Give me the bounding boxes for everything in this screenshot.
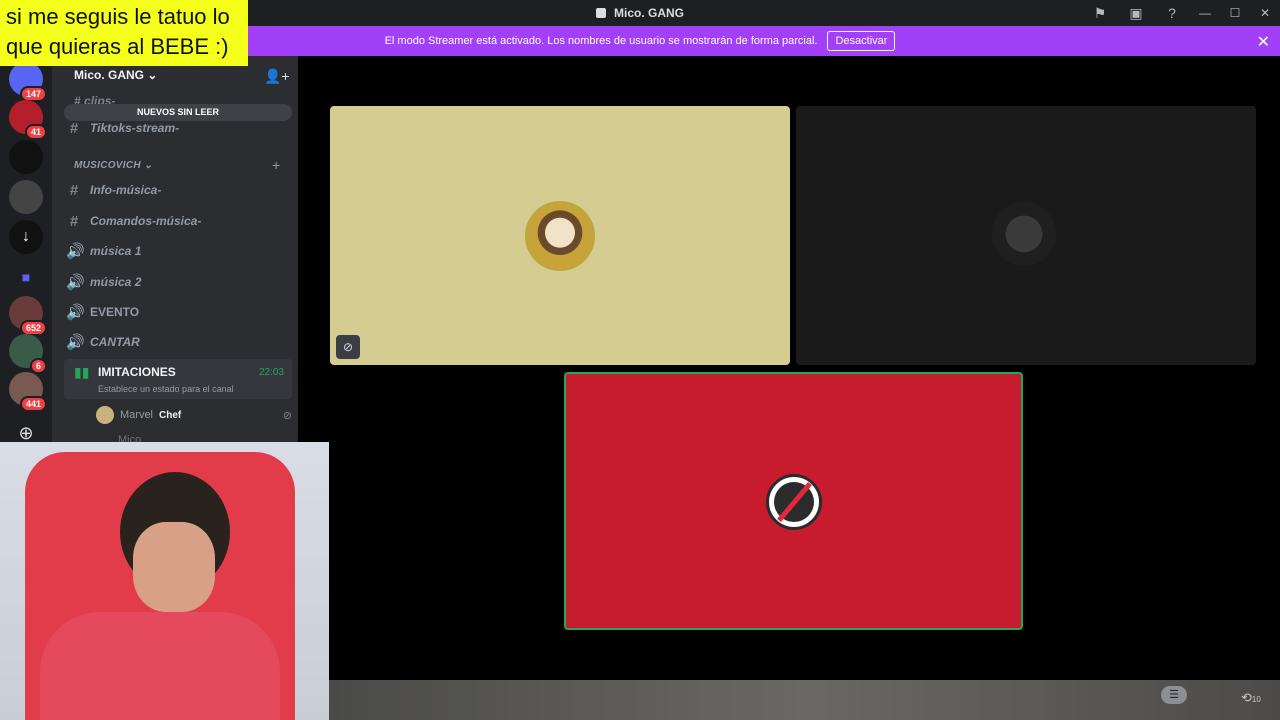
no-symbol-icon [774, 482, 814, 522]
webcam-overlay [0, 442, 329, 720]
stream-overlay-text: si me seguis le tatuo lo que quieras al … [0, 0, 248, 66]
banner-close-icon[interactable]: ✕ [1257, 32, 1270, 52]
speaker-icon: 🔊 [66, 274, 85, 291]
create-channel-icon[interactable]: + [272, 157, 280, 173]
help-icon[interactable]: ? [1154, 0, 1190, 26]
participant-tile-3-speaking[interactable] [564, 372, 1023, 630]
server-icon-9[interactable]: 441 [9, 372, 47, 412]
chevron-down-icon: ⌄ [147, 68, 158, 82]
avatar [525, 201, 595, 271]
streamer-face [133, 522, 215, 612]
participant-tile-1[interactable]: ⊘ [330, 106, 790, 365]
channel-imitaciones-active[interactable]: ▮▮ IMITACIONES 22:03 Establece un estado… [64, 359, 292, 399]
folder-icon[interactable]: ■ [9, 260, 43, 294]
channel-label: Info-música- [90, 183, 162, 197]
avatar [766, 474, 822, 530]
streamer-shirt [40, 612, 280, 720]
minimize-button[interactable]: — [1190, 0, 1220, 26]
hash-icon: # [69, 181, 79, 199]
channel-cantar[interactable]: 🔊 CANTAR [66, 330, 292, 354]
channel-comandos-musica[interactable]: # Comandos-música- [66, 209, 292, 233]
bottom-bar: ☰ ⟲10 [329, 680, 1280, 720]
category-label: MUSICOVICH [74, 160, 141, 171]
channel-evento[interactable]: 🔊 EVENTO [66, 300, 292, 324]
channel-musica-2[interactable]: 🔊 música 2 [66, 270, 292, 294]
speaker-icon: 🔊 [66, 243, 85, 260]
layout-toggle-icon[interactable]: ☰ [1161, 686, 1187, 704]
voice-timer: 22:03 [258, 367, 284, 378]
window-title-text: Mico. GANG [613, 6, 684, 20]
server-icon-3[interactable] [9, 140, 43, 174]
server-badge: 6 [29, 358, 47, 374]
overlay-line-1: si me seguis le tatuo lo [6, 4, 230, 29]
channel-sidebar: Mico. GANG ⌄ 👤+ # clips- NUEVOS SIN LEER… [52, 56, 298, 446]
invite-people-icon[interactable]: 👤+ [264, 68, 290, 85]
participant-tile-2[interactable] [796, 106, 1256, 365]
speaker-icon: 🔊 [66, 334, 85, 351]
channel-info-musica[interactable]: # Info-música- [66, 178, 292, 202]
mic-muted-icon: ⊘ [282, 409, 292, 422]
speaker-icon: 🔊 [66, 304, 85, 321]
server-icon-7[interactable]: 652 [9, 296, 47, 336]
server-icon-1[interactable]: 147 [9, 62, 47, 102]
history-icon[interactable]: ⟲10 [1241, 690, 1261, 706]
server-list: 147 41 ↓ ■ 652 6 441 ⊕ [0, 56, 52, 450]
maximize-button[interactable]: ☐ [1220, 0, 1250, 26]
channel-label: música 2 [90, 275, 142, 289]
server-badge: 41 [24, 124, 47, 140]
close-window-button[interactable]: ✕ [1250, 0, 1280, 26]
hash-icon: # [69, 212, 79, 230]
server-name: Mico. GANG [74, 68, 145, 82]
channel-label: IMITACIONES [98, 365, 176, 379]
deactivate-button[interactable]: Desactivar [827, 31, 896, 51]
banner-message: El modo Streamer está activado. Los nomb… [384, 35, 818, 47]
channel-label: música 1 [90, 244, 142, 258]
channel-tiktoks[interactable]: # Tiktoks-stream- [66, 116, 292, 140]
avatar [992, 202, 1056, 266]
download-icon[interactable]: ↓ [9, 220, 43, 254]
channel-label: CANTAR [90, 335, 140, 349]
voice-member[interactable]: Marvel Chef ⊘ [96, 405, 292, 425]
flag-icon[interactable]: ⚑ [1082, 0, 1118, 26]
hash-icon: # [69, 119, 79, 137]
channel-label: Tiktoks-stream- [90, 121, 180, 135]
title-bar-controls: ⚑ ▣ ? — ☐ ✕ [1082, 0, 1280, 26]
avatar [96, 406, 114, 424]
channel-label: Comandos-música- [90, 214, 202, 228]
voice-connected-icon: ▮▮ [74, 364, 90, 380]
history-label: 10 [1251, 695, 1261, 704]
mic-muted-icon: ⊘ [336, 335, 360, 359]
server-name-header[interactable]: Mico. GANG ⌄ [74, 68, 157, 82]
member-role: Chef [159, 409, 182, 421]
window-title: Mico. GANG [595, 6, 684, 20]
inbox-icon[interactable]: ▣ [1118, 0, 1154, 26]
server-icon-2[interactable]: 41 [9, 100, 47, 140]
server-icon [595, 8, 606, 18]
server-icon-8[interactable]: 6 [9, 334, 47, 374]
member-name: Marvel [120, 409, 154, 421]
channel-label: EVENTO [90, 305, 140, 319]
category-musicovich[interactable]: MUSICOVICH ⌄ [74, 160, 153, 171]
server-icon-4[interactable] [9, 180, 43, 214]
overlay-line-2: que quieras al BEBE :) [6, 34, 229, 59]
channel-status-prompt[interactable]: Establece un estado para el canal [98, 384, 234, 394]
channel-musica-1[interactable]: 🔊 música 1 [66, 239, 292, 263]
server-badge: 441 [19, 396, 47, 412]
